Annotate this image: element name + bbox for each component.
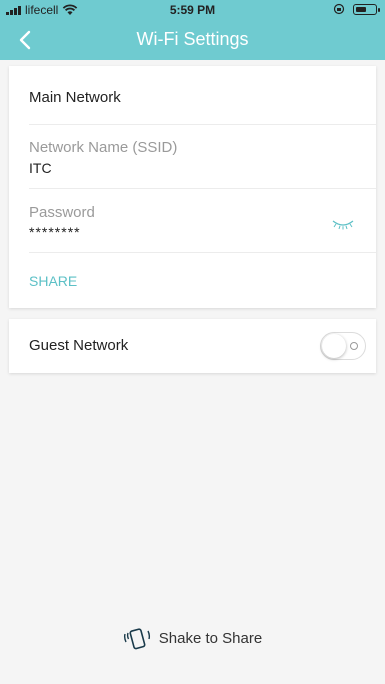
- password-label: Password: [29, 204, 95, 221]
- header: lifecell 5:59 PM Wi-Fi Settings: [0, 0, 385, 60]
- shake-to-share-label: Shake to Share: [158, 629, 263, 647]
- eye-closed-icon[interactable]: [332, 218, 354, 230]
- status-bar: lifecell 5:59 PM: [0, 0, 385, 20]
- shake-to-share-button[interactable]: Shake to Share: [0, 624, 385, 652]
- shake-phone-icon: [123, 628, 150, 650]
- clock: 5:59 PM: [169, 3, 216, 17]
- guest-network-toggle[interactable]: [320, 332, 366, 360]
- toggle-knob: [322, 334, 346, 358]
- rotation-lock-icon: [333, 3, 345, 15]
- share-button[interactable]: SHARE: [29, 273, 356, 289]
- page-title: Wi-Fi Settings: [136, 29, 249, 49]
- divider: [29, 252, 376, 253]
- ssid-label: Network Name (SSID): [29, 139, 178, 156]
- guest-network-label: Guest Network: [29, 337, 129, 354]
- password-value[interactable]: ********: [29, 224, 356, 240]
- guest-network-card: Guest Network: [9, 319, 376, 373]
- ssid-value[interactable]: ITC: [29, 160, 356, 176]
- nav-bar: Wi-Fi Settings: [0, 20, 385, 60]
- main-network-heading: Main Network: [29, 89, 121, 106]
- divider: [29, 124, 376, 125]
- toggle-off-indicator: [350, 342, 358, 350]
- main-network-card: Main Network Network Name (SSID) ITC Pas…: [9, 66, 376, 308]
- divider: [29, 188, 376, 189]
- battery-icon: [353, 3, 380, 15]
